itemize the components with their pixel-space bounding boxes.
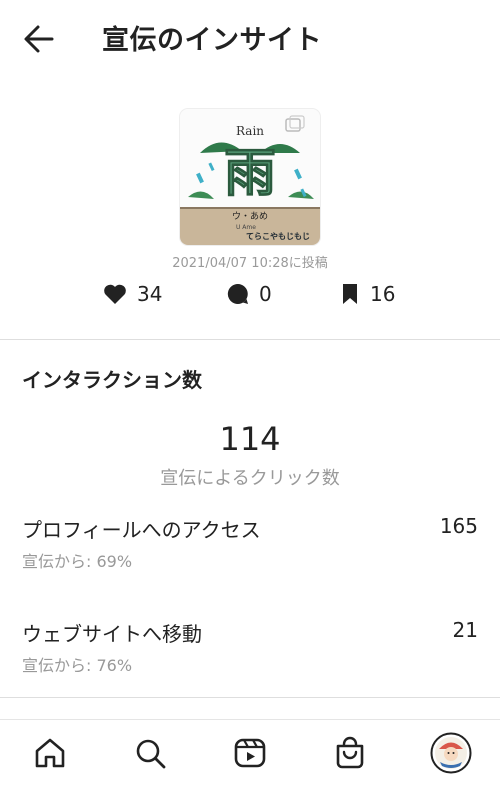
thumb-word-en: Rain xyxy=(236,124,264,138)
post-stats: 34 0 16 xyxy=(0,282,500,314)
comments-stat: 0 xyxy=(227,282,272,306)
website-taps-value: 21 xyxy=(452,618,478,642)
saves-count: 16 xyxy=(370,282,396,306)
thumb-romaji: U Ame xyxy=(236,224,256,231)
heart-icon xyxy=(104,284,126,304)
total-clicks-label: 宣伝によるクリック数 xyxy=(160,468,340,489)
section-title: インタラクション数 xyxy=(22,368,202,392)
total-clicks: 114 xyxy=(219,420,281,458)
profile-visits-value: 165 xyxy=(439,514,478,538)
reels-icon[interactable] xyxy=(233,736,267,770)
profile-avatar[interactable] xyxy=(430,732,472,774)
comment-icon xyxy=(227,283,248,304)
thumb-kanji: 雨 xyxy=(224,143,276,204)
post-image: Rain 雨 ウ・あめ U Ame てらこやもじもじ xyxy=(180,109,320,245)
shop-icon[interactable] xyxy=(333,736,367,770)
back-arrow-icon[interactable] xyxy=(22,22,56,56)
home-icon[interactable] xyxy=(33,736,67,770)
bookmark-icon xyxy=(343,284,357,304)
divider xyxy=(0,697,500,698)
profile-visits-label: プロフィールへのアクセス xyxy=(22,518,261,542)
profile-visits-sub: 宣伝から: 69% xyxy=(22,552,133,571)
page-title: 宣伝のインサイト xyxy=(102,25,322,56)
website-taps-sub: 宣伝から: 76% xyxy=(22,656,133,675)
post-thumbnail[interactable]: Rain 雨 ウ・あめ U Ame てらこやもじもじ xyxy=(180,109,320,245)
comments-count: 0 xyxy=(259,282,272,306)
thumb-brand: てらこやもじもじ xyxy=(246,231,310,241)
likes-count: 34 xyxy=(137,282,163,306)
website-taps-label: ウェブサイトへ移動 xyxy=(22,622,202,646)
divider xyxy=(0,339,500,340)
thumb-reading: ウ・あめ xyxy=(232,211,268,222)
header: 宣伝のインサイト xyxy=(0,0,500,76)
post-date: 2021/04/07 10:28に投稿 xyxy=(172,256,328,271)
search-icon[interactable] xyxy=(133,736,167,770)
saves-stat: 16 xyxy=(340,282,395,306)
bottom-nav xyxy=(0,719,500,786)
likes-stat: 34 xyxy=(103,282,162,306)
